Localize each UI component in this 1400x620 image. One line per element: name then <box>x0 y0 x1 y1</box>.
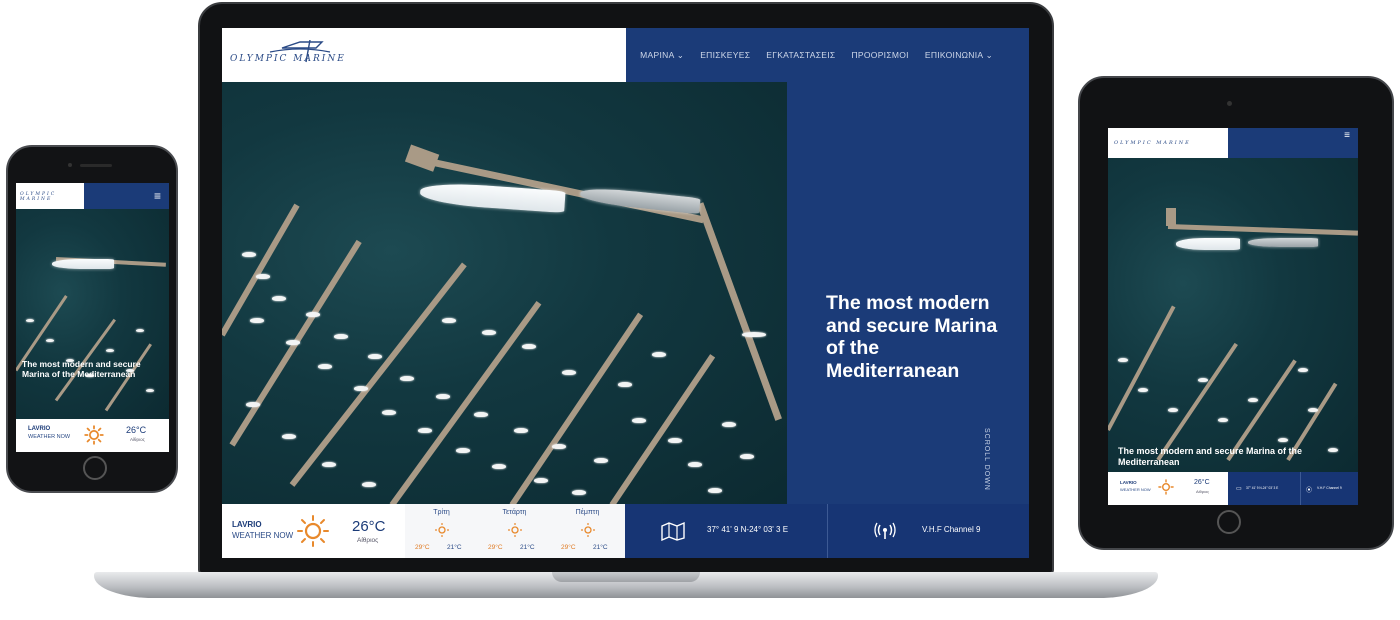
weather-now-label: WEATHER NOW <box>232 531 294 540</box>
forecast-high: 29°C <box>488 544 503 551</box>
logo-wordmark: OLYMPIC MARINE <box>230 54 346 64</box>
sun-icon <box>1158 479 1174 495</box>
hero-headline: The most modern and secure Marina of the… <box>826 292 998 382</box>
tablet-coordinates-text: 37° 41' 9 N-24° 03' 3 E <box>1246 486 1279 490</box>
phone-screen: OLYMPIC MARINE ≡ The most modern and sec… <box>16 183 169 452</box>
tablet-camera <box>1227 101 1232 106</box>
laptop-notch <box>552 572 700 582</box>
forecast-low: 21°C <box>593 544 608 551</box>
sun-icon <box>581 523 595 537</box>
sun-icon <box>435 523 449 537</box>
weather-condition: Αίθριος <box>357 537 379 544</box>
tablet-vhf-text: V.H.F Channel 9 <box>1317 486 1342 490</box>
vhf-panel[interactable]: V.H.F Channel 9 <box>827 504 1029 558</box>
site-header-logo-area: OLYMPIC MARINE <box>222 28 626 82</box>
forecast-high: 29°C <box>415 544 430 551</box>
tablet-logo[interactable]: OLYMPIC MARINE <box>1114 140 1191 146</box>
nav-item-repairs[interactable]: ΕΠΙΣΚΕΥΕΣ <box>700 50 750 60</box>
chevron-down-icon: ⌄ <box>985 49 993 60</box>
tablet-hero-headline: The most modern and secure Marina of the… <box>1118 446 1303 467</box>
tablet-home-button <box>1217 510 1241 534</box>
vhf-channel-text: V.H.F Channel 9 <box>922 525 981 534</box>
forecast-day: Τρίτη 29°C 21°C <box>405 504 478 558</box>
hero-harbour-image <box>222 82 787 504</box>
forecast-day-name: Τρίτη <box>433 509 450 516</box>
tablet-hero-image: The most modern and secure Marina of the… <box>1108 158 1358 472</box>
mobile-weather-temp: 26°C <box>126 425 147 435</box>
coordinates-panel[interactable]: 37° 41' 9 N-24° 03' 3 E <box>625 504 827 558</box>
laptop-screen: OLYMPIC MARINE ΜΑΡΙΝΑ ⌄ ΕΠΙΣΚΕΥΕΣ ΕΓΚΑΤΑ… <box>222 28 1029 558</box>
nav-item-destinations[interactable]: ΠΡΟΟΡΙΣΜΟΙ <box>851 50 908 60</box>
mobile-weather-bar: LAVRIO WEATHER NOW 26°C Αίθριος <box>16 419 169 452</box>
mobile-logo[interactable]: OLYMPIC MARINE <box>20 192 84 202</box>
scroll-down-link[interactable]: SCROLL DOWN <box>983 428 990 491</box>
forecast-day: Πέμπτη 29°C 21°C <box>551 504 624 558</box>
mobile-logo-area: OLYMPIC MARINE <box>16 183 84 209</box>
mobile-weather-condition: Αίθριος <box>130 437 145 442</box>
sun-icon <box>297 515 329 547</box>
phone-camera <box>68 163 72 167</box>
info-bar: LAVRIO WEATHER NOW 26°C Αίθριος Τρίτη 29… <box>222 504 1029 558</box>
map-icon: ▭ <box>1236 486 1242 492</box>
tablet-screen: OLYMPIC MARINE ≡ The most modern and sec… <box>1108 128 1358 505</box>
tablet-weather-city: LAVRIO <box>1120 480 1137 485</box>
mobile-hero-image: The most modern and secure Marina of the… <box>16 209 169 419</box>
map-icon <box>661 521 685 541</box>
phone-speaker <box>80 164 112 167</box>
radio-signal-icon <box>874 522 896 539</box>
forecast-day-name: Πέμπτη <box>575 509 600 516</box>
tablet-weather-label: WEATHER NOW <box>1120 487 1151 492</box>
forecast-high: 29°C <box>561 544 576 551</box>
forecast-day: Τετάρτη 29°C 21°C <box>478 504 551 558</box>
tablet-vhf-panel[interactable]: ⦿ V.H.F Channel 9 <box>1300 472 1358 505</box>
phone-home-button <box>83 456 107 480</box>
weather-now-panel: LAVRIO WEATHER NOW 26°C Αίθριος <box>222 504 405 558</box>
forecast-day-name: Τετάρτη <box>502 509 527 516</box>
nav-item-marina[interactable]: ΜΑΡΙΝΑ ⌄ <box>640 50 684 61</box>
nav-item-contact[interactable]: ΕΠΙΚΟΙΝΩΝΙΑ ⌄ <box>925 50 993 61</box>
sun-icon <box>508 523 522 537</box>
tablet-weather-temp: 26°C <box>1194 479 1210 486</box>
tablet-header: ≡ <box>1228 128 1358 158</box>
tablet-coordinates-panel[interactable]: ▭ 37° 41' 9 N-24° 03' 3 E <box>1228 472 1300 505</box>
hamburger-menu-icon[interactable]: ≡ <box>154 190 161 202</box>
weather-forecast: Τρίτη 29°C 21°C Τετάρτη 29°C 21°C Πέμπτη… <box>405 504 625 558</box>
weather-temperature: 26°C <box>352 518 386 535</box>
nav-item-facilities[interactable]: ΕΓΚΑΤΑΣΤΑΣΕΙΣ <box>766 50 835 60</box>
weather-city: LAVRIO <box>232 520 262 529</box>
tablet-weather-bar: LAVRIO WEATHER NOW 26°C Αίθριος <box>1108 472 1228 505</box>
coordinates-text: 37° 41' 9 N-24° 03' 3 E <box>707 525 789 534</box>
sun-icon <box>84 425 104 445</box>
forecast-low: 21°C <box>520 544 535 551</box>
forecast-low: 21°C <box>447 544 462 551</box>
mobile-header: ≡ <box>84 183 169 209</box>
mobile-weather-city: LAVRIO <box>28 426 51 432</box>
hamburger-menu-icon[interactable]: ≡ <box>1344 130 1350 142</box>
chevron-down-icon: ⌄ <box>676 49 685 60</box>
radio-signal-icon: ⦿ <box>1306 488 1313 494</box>
main-navigation: ΜΑΡΙΝΑ ⌄ ΕΠΙΣΚΕΥΕΣ ΕΓΚΑΤΑΣΤΑΣΕΙΣ ΠΡΟΟΡΙΣ… <box>626 28 1029 82</box>
tablet-logo-area: OLYMPIC MARINE <box>1108 128 1228 158</box>
mobile-hero-headline: The most modern and secure Marina of the… <box>22 359 141 379</box>
device-mockup-stage: OLYMPIC MARINE ΜΑΡΙΝΑ ⌄ ΕΠΙΣΚΕΥΕΣ ΕΓΚΑΤΑ… <box>0 0 1400 620</box>
mobile-weather-label: WEATHER NOW <box>28 434 71 440</box>
tablet-weather-condition: Αίθριος <box>1196 489 1210 494</box>
